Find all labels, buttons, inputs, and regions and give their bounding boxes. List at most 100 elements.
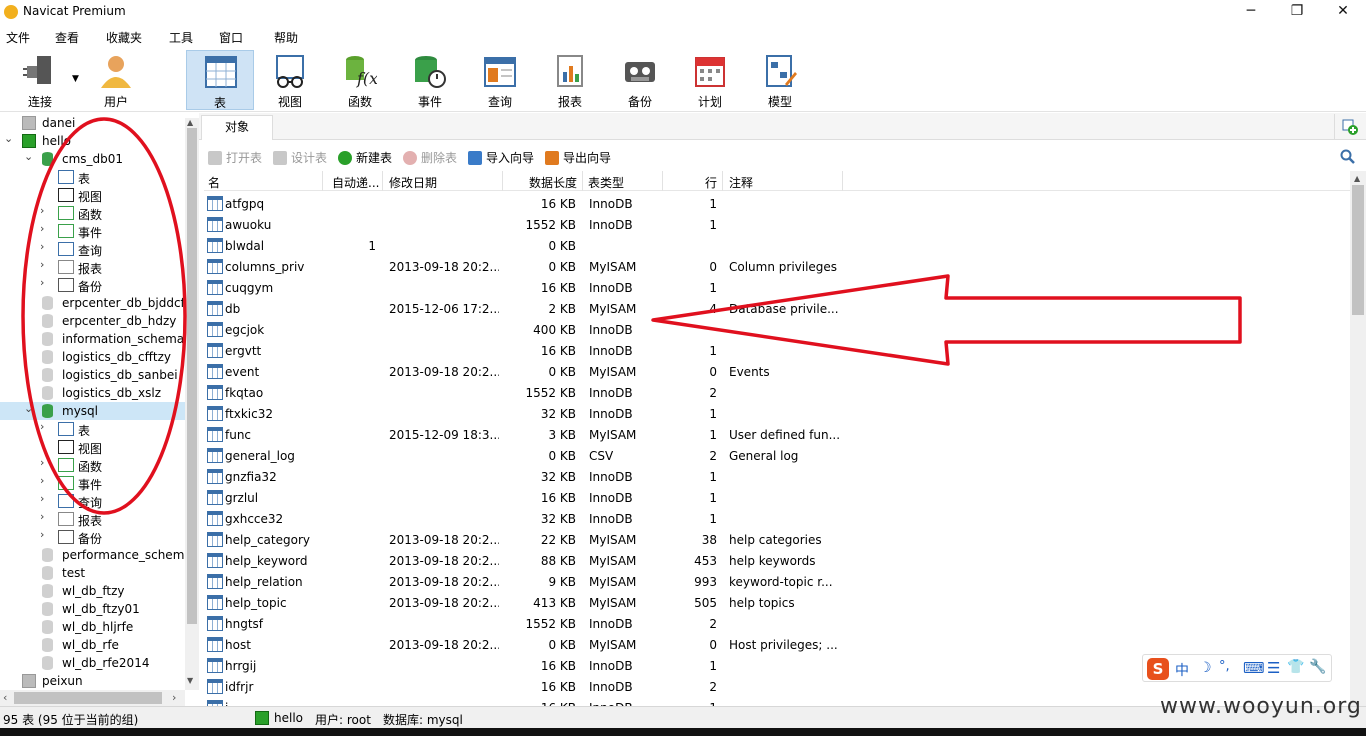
menu-view[interactable]: 查看 bbox=[55, 29, 79, 46]
tree-item[interactable]: › 报表 bbox=[0, 258, 185, 276]
table-row[interactable]: awuoku 1552 KB InnoDB 1 bbox=[204, 215, 1350, 236]
toolbox-icon[interactable]: ☰ bbox=[1267, 659, 1280, 677]
table-row[interactable]: host 2013-09-18 20:2... 0 KB MyISAM 0 Host pr… bbox=[204, 635, 1350, 656]
ime-chinese-mode[interactable]: 中 bbox=[1175, 660, 1189, 680]
col-name-header[interactable]: 名 bbox=[208, 174, 220, 191]
col-comment-header[interactable]: 注释 bbox=[729, 174, 753, 191]
expand-arrow-icon[interactable]: ⌄ bbox=[24, 402, 33, 415]
skin-shirt-icon[interactable]: 👕 bbox=[1287, 659, 1304, 675]
toolbar-schedule-button[interactable]: 计划 bbox=[676, 50, 744, 110]
new-table-button[interactable]: 新建表 bbox=[338, 149, 392, 166]
table-list[interactable]: atfgpq 16 KB InnoDB 1 awuoku 1552 KB InnoDB 1 bl… bbox=[204, 194, 1350, 706]
sidebar-scroll-thumb[interactable] bbox=[187, 128, 197, 624]
tree-item[interactable]: ⌄ hello bbox=[0, 132, 185, 150]
ime-toolbar[interactable]: S 中 ☽ °, ⌨ ☰ 👕 🔧 bbox=[1142, 654, 1332, 682]
table-row[interactable]: gxhcce32 32 KB InnoDB 1 bbox=[204, 509, 1350, 530]
collapse-arrow-icon[interactable]: › bbox=[40, 528, 44, 541]
collapse-arrow-icon[interactable]: › bbox=[40, 276, 44, 289]
punctuation-icon[interactable]: °, bbox=[1219, 659, 1230, 674]
scroll-up-icon[interactable]: ▲ bbox=[187, 118, 193, 127]
maximize-button[interactable]: ❐ bbox=[1274, 0, 1320, 24]
table-row[interactable]: cuqgym 16 KB InnoDB 1 bbox=[204, 278, 1350, 299]
table-row[interactable]: hngtsf 1552 KB InnoDB 2 bbox=[204, 614, 1350, 635]
table-scroll-up-icon[interactable]: ▲ bbox=[1354, 174, 1360, 183]
toolbar-table-button[interactable]: 表 bbox=[186, 50, 254, 110]
tree-item[interactable]: › 报表 bbox=[0, 510, 185, 528]
tree-item[interactable]: › 备份 bbox=[0, 276, 185, 294]
table-row[interactable]: func 2015-12-09 18:3... 3 KB MyISAM 1 User de… bbox=[204, 425, 1350, 446]
collapse-arrow-icon[interactable]: › bbox=[40, 492, 44, 505]
toolbar-function-button[interactable]: f(x) 函数 bbox=[326, 50, 394, 110]
design-table-button[interactable]: 设计表 bbox=[273, 149, 327, 166]
tree-item[interactable]: 视图 bbox=[0, 438, 185, 456]
tree-item[interactable]: › 查询 bbox=[0, 492, 185, 510]
col-datalength-header[interactable]: 数据长度 bbox=[529, 174, 577, 191]
tree-item[interactable]: logistics_db_sanbei bbox=[0, 366, 185, 384]
tree-item[interactable]: › 查询 bbox=[0, 240, 185, 258]
table-row[interactable]: help_relation 2013-09-18 20:2... 9 KB MyISA… bbox=[204, 572, 1350, 593]
minimize-button[interactable]: ─ bbox=[1228, 0, 1274, 24]
table-row[interactable]: help_keyword 2013-09-18 20:2... 88 KB MyISA… bbox=[204, 551, 1350, 572]
tree-item[interactable]: danei bbox=[0, 114, 185, 132]
collapse-arrow-icon[interactable]: › bbox=[40, 510, 44, 523]
collapse-arrow-icon[interactable]: › bbox=[40, 222, 44, 235]
sidebar-hscroll-thumb[interactable] bbox=[14, 692, 162, 704]
collapse-arrow-icon[interactable]: › bbox=[40, 474, 44, 487]
toolbar-user-button[interactable]: 用户 bbox=[82, 50, 150, 110]
open-table-button[interactable]: 打开表 bbox=[208, 149, 262, 166]
table-row[interactable]: gnzfia32 32 KB InnoDB 1 bbox=[204, 467, 1350, 488]
scroll-right-icon[interactable]: › bbox=[172, 691, 176, 704]
table-row[interactable]: fkqtao 1552 KB InnoDB 2 bbox=[204, 383, 1350, 404]
table-row[interactable]: blwdal 1 0 KB bbox=[204, 236, 1350, 257]
tree-item[interactable]: wl_db_hljrfe bbox=[0, 618, 185, 636]
chevron-down-icon[interactable]: ▼ bbox=[72, 74, 79, 84]
delete-table-button[interactable]: 删除表 bbox=[403, 149, 457, 166]
scroll-left-icon[interactable]: ‹ bbox=[3, 691, 7, 704]
table-row[interactable]: atfgpq 16 KB InnoDB 1 bbox=[204, 194, 1350, 215]
tree-item[interactable]: erpcenter_db_hdzy bbox=[0, 312, 185, 330]
col-rows-header[interactable]: 行 bbox=[705, 174, 717, 191]
search-icon[interactable] bbox=[1340, 149, 1356, 165]
tree-item[interactable]: wl_db_rfe2014 bbox=[0, 654, 185, 672]
toolbar-event-button[interactable]: 事件 bbox=[396, 50, 464, 110]
close-button[interactable]: ✕ bbox=[1320, 0, 1366, 24]
table-row[interactable]: help_topic 2013-09-18 20:2... 413 KB MyISAM… bbox=[204, 593, 1350, 614]
tree-item[interactable]: ⌄ cms_db01 bbox=[0, 150, 185, 168]
menu-file[interactable]: 文件 bbox=[6, 29, 30, 46]
tree-item[interactable]: › 表 bbox=[0, 420, 185, 438]
expand-arrow-icon[interactable]: ⌄ bbox=[24, 150, 33, 163]
tree-item[interactable]: › 备份 bbox=[0, 528, 185, 546]
col-autoinc-header[interactable]: 自动递... bbox=[332, 174, 379, 191]
menu-help[interactable]: 帮助 bbox=[274, 29, 298, 46]
toolbar-model-button[interactable]: 模型 bbox=[746, 50, 814, 110]
tree-item[interactable]: › 事件 bbox=[0, 474, 185, 492]
tree-item[interactable]: wl_db_ftzy bbox=[0, 582, 185, 600]
menu-tools[interactable]: 工具 bbox=[169, 29, 193, 46]
new-tab-button[interactable] bbox=[1334, 114, 1364, 140]
collapse-arrow-icon[interactable]: › bbox=[40, 258, 44, 271]
tree-item[interactable]: erpcenter_db_bjddcf bbox=[0, 294, 185, 312]
scroll-down-icon[interactable]: ▼ bbox=[187, 676, 193, 685]
menu-window[interactable]: 窗口 bbox=[219, 29, 243, 46]
tree-item[interactable]: logistics_db_cfftzy bbox=[0, 348, 185, 366]
wrench-icon[interactable]: 🔧 bbox=[1309, 659, 1326, 675]
tree-item[interactable]: › 函数 bbox=[0, 456, 185, 474]
col-modified-header[interactable]: 修改日期 bbox=[389, 174, 437, 191]
table-row[interactable]: columns_priv 2013-09-18 20:2... 0 KB MyISAM… bbox=[204, 257, 1350, 278]
sogou-logo-icon[interactable]: S bbox=[1147, 658, 1169, 680]
keyboard-icon[interactable]: ⌨ bbox=[1243, 659, 1265, 677]
tree-item[interactable]: logistics_db_xslz bbox=[0, 384, 185, 402]
toolbar-backup-button[interactable]: 备份 bbox=[606, 50, 674, 110]
tree-item[interactable]: test bbox=[0, 564, 185, 582]
tree-item[interactable]: 表 bbox=[0, 168, 185, 186]
table-row[interactable]: grzlul 16 KB InnoDB 1 bbox=[204, 488, 1350, 509]
tree-item[interactable]: ⌄ mysql bbox=[0, 402, 185, 420]
tree-item[interactable]: wl_db_rfe bbox=[0, 636, 185, 654]
expand-arrow-icon[interactable]: ⌄ bbox=[4, 132, 13, 145]
table-row[interactable]: ergvtt 16 KB InnoDB 1 bbox=[204, 341, 1350, 362]
col-tabletype-header[interactable]: 表类型 bbox=[588, 174, 624, 191]
toolbar-connect-button[interactable]: 连接 bbox=[6, 50, 74, 110]
tree-item[interactable]: peixun bbox=[0, 672, 185, 690]
toolbar-query-button[interactable]: 查询 bbox=[466, 50, 534, 110]
toolbar-view-button[interactable]: 视图 bbox=[256, 50, 324, 110]
